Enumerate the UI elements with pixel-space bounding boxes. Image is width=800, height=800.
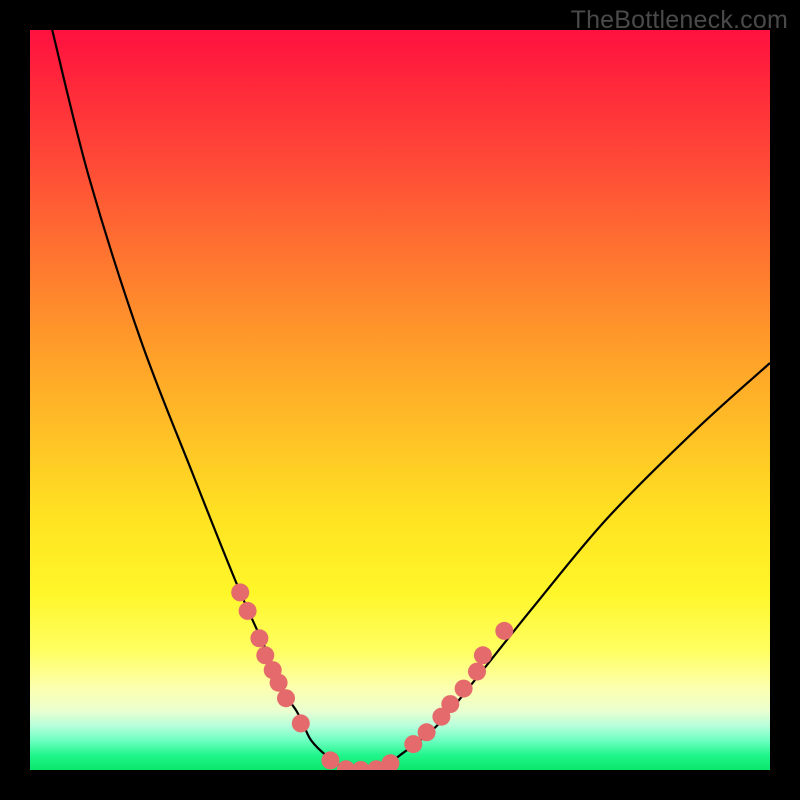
data-marker bbox=[441, 695, 459, 713]
data-marker bbox=[418, 723, 436, 741]
data-marker bbox=[321, 751, 339, 769]
data-marker bbox=[277, 689, 295, 707]
plot-area bbox=[30, 30, 770, 770]
data-marker bbox=[239, 602, 257, 620]
data-marker bbox=[474, 646, 492, 664]
data-marker bbox=[468, 663, 486, 681]
data-marker bbox=[231, 583, 249, 601]
data-marker bbox=[455, 680, 473, 698]
data-marker bbox=[352, 761, 370, 770]
bottleneck-curve bbox=[52, 30, 770, 770]
chart-frame: TheBottleneck.com bbox=[0, 0, 800, 800]
data-marker bbox=[495, 622, 513, 640]
marker-group bbox=[231, 583, 513, 770]
data-marker bbox=[250, 629, 268, 647]
data-marker bbox=[292, 714, 310, 732]
data-marker bbox=[270, 674, 288, 692]
curve-layer bbox=[30, 30, 770, 770]
